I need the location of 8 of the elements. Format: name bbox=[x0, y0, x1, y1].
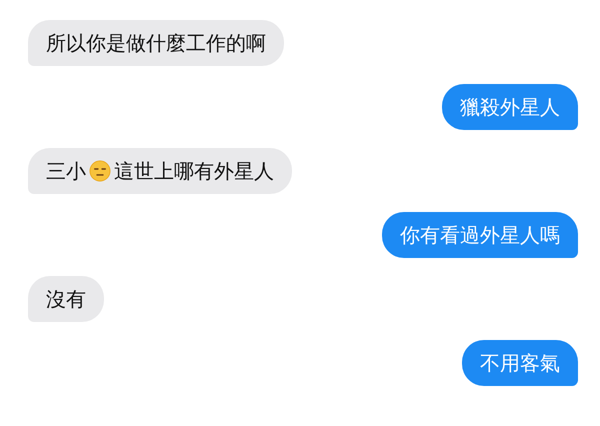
message-bubble: 獵殺外星人 bbox=[442, 84, 578, 130]
message-bubble: 沒有 bbox=[28, 276, 104, 322]
message-bubble: 你有看過外星人嗎 bbox=[382, 212, 578, 258]
message-text: 三小 bbox=[46, 158, 86, 184]
message-text: 這世上哪有外星人 bbox=[114, 158, 274, 184]
message-bubble: 所以你是做什麼工作的啊 bbox=[28, 20, 284, 66]
message-bubble: 不用客氣 bbox=[462, 340, 578, 386]
expressionless-face-icon bbox=[89, 160, 111, 182]
